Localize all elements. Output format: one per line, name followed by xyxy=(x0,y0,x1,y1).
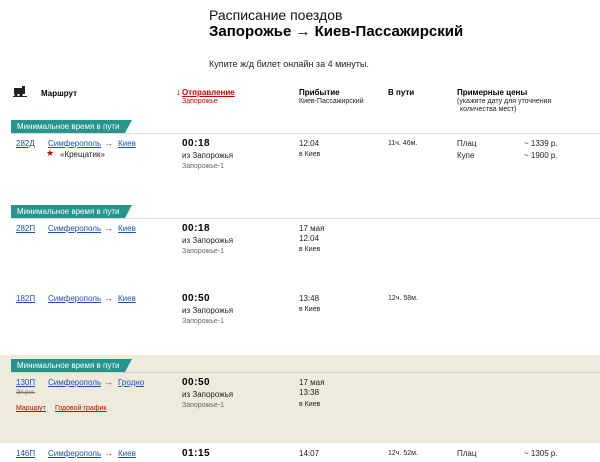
arrival-city: в Киев xyxy=(299,151,321,158)
train-number-link[interactable]: 282П xyxy=(16,224,35,233)
route-from-link[interactable]: Симферополь xyxy=(48,294,101,303)
price-class: Купе xyxy=(457,151,475,160)
train-number-link[interactable]: 182П xyxy=(16,294,35,303)
route-arrow: → xyxy=(104,138,113,148)
column-prices-note: (укажите дату для уточнения xyxy=(457,98,552,105)
departure-city: из Запорожья xyxy=(182,390,234,399)
column-departure[interactable]: Отправление xyxy=(182,88,235,97)
arrival-city: в Киев xyxy=(299,401,321,408)
min-time-badge: Минимальное время в пути xyxy=(11,359,134,372)
departure-time: 00:50 xyxy=(182,377,211,388)
page-title: Расписание поездов xyxy=(209,7,343,23)
route-arrow: → xyxy=(104,377,113,387)
departure-city: из Запорожья xyxy=(182,236,234,245)
page-subtitle: Купите ж/д билет онлайн за 4 минуты. xyxy=(209,59,369,69)
min-time-badge: Минимальное время в пути xyxy=(11,120,134,133)
departure-time: 01:15 xyxy=(182,448,211,459)
route-from-link[interactable]: Симферополь xyxy=(48,139,101,148)
departure-station: Запорожье-1 xyxy=(182,248,224,255)
row-divider xyxy=(11,218,600,219)
arrival-city: в Киев xyxy=(299,246,321,253)
min-time-badge: Минимальное время в пути xyxy=(11,205,134,218)
train-icon xyxy=(13,86,27,97)
column-prices-note-2: количества мест) xyxy=(460,106,517,113)
train-number-link[interactable]: 282Д xyxy=(16,139,35,148)
route-to-link[interactable]: Гродно xyxy=(118,378,144,387)
route-arrow: → xyxy=(104,223,113,233)
column-prices: Примерные цены xyxy=(457,88,528,97)
arrival-city: в Киев xyxy=(299,306,321,313)
arrival-date: 17 мая xyxy=(299,378,325,387)
arrival-date: 17 мая xyxy=(299,224,325,233)
travel-duration: 12ч. 58м. xyxy=(388,295,418,302)
train-name: «Крещатик» xyxy=(60,150,105,159)
route-arrow: → xyxy=(104,293,113,303)
route-from-link[interactable]: Симферополь xyxy=(48,449,101,458)
route-to-link[interactable]: Киев xyxy=(118,449,136,458)
route-to-link[interactable]: Киев xyxy=(118,139,136,148)
route-to-link[interactable]: Киев xyxy=(118,294,136,303)
train-number-link[interactable]: 146П xyxy=(16,449,35,458)
route-to-link[interactable]: Киев xyxy=(118,224,136,233)
column-duration[interactable]: В пути xyxy=(388,88,414,97)
departure-station: Запорожье-1 xyxy=(182,402,224,409)
table-row: Минимальное время в пути 282Д Симферопол… xyxy=(0,118,600,203)
arrival-time: 13:38 xyxy=(299,388,320,397)
table-row: 146П Симферополь → Киев 01:15 14:07 12ч.… xyxy=(0,443,600,462)
e-registration-note: Эл.рег. xyxy=(16,390,36,396)
departure-station: Запорожье-1 xyxy=(182,163,224,170)
row-divider xyxy=(11,372,600,373)
price-value: ~ 1339 р. xyxy=(524,139,558,148)
column-departure-station: Запорожье xyxy=(182,98,218,105)
row-divider xyxy=(11,133,600,134)
column-arrival-station: Киев-Пассажирский xyxy=(299,98,364,105)
price-class: Плац xyxy=(457,139,477,148)
departure-station: Запорожье-1 xyxy=(182,318,224,325)
arrival-time: 12:04 xyxy=(299,139,320,148)
price-value: ~ 1900 р. xyxy=(524,151,558,160)
table-row: Минимальное время в пути 282П Симферопол… xyxy=(0,203,600,288)
arrival-time: 13:48 xyxy=(299,294,320,303)
departure-time: 00:18 xyxy=(182,223,211,234)
price-value: ~ 1305 р. xyxy=(524,449,558,458)
arrival-time: 14:07 xyxy=(299,449,320,458)
price-class: Плац xyxy=(457,449,477,458)
travel-duration: 12ч. 52м. xyxy=(388,450,418,457)
departure-time: 00:50 xyxy=(182,293,211,304)
departure-city: из Запорожья xyxy=(182,306,234,315)
column-route[interactable]: Маршрут xyxy=(41,89,77,98)
route-from-link[interactable]: Симферополь xyxy=(48,378,101,387)
arrival-time: 12:04 xyxy=(299,234,320,243)
column-arrival[interactable]: Прибытие xyxy=(299,88,340,97)
route-from-link[interactable]: Симферополь xyxy=(48,224,101,233)
departure-time: 00:18 xyxy=(182,138,211,149)
table-row: Минимальное время в пути 130П Симферопол… xyxy=(0,355,600,443)
sort-arrow-icon: ↓ xyxy=(176,87,181,98)
star-icon: ★ xyxy=(46,148,55,158)
train-number-link[interactable]: 130П xyxy=(16,378,35,387)
annual-schedule-link[interactable]: Годовой график xyxy=(55,405,107,412)
travel-duration: 11ч. 46м. xyxy=(388,140,418,147)
route-link[interactable]: Маршрут xyxy=(16,405,46,412)
table-row: 182П Симферополь → Киев 00:50 из Запорож… xyxy=(0,288,600,355)
departure-city: из Запорожья xyxy=(182,151,234,160)
route-title: Запорожье → Киев-Пассажирский xyxy=(209,23,464,40)
route-arrow: → xyxy=(104,448,113,458)
